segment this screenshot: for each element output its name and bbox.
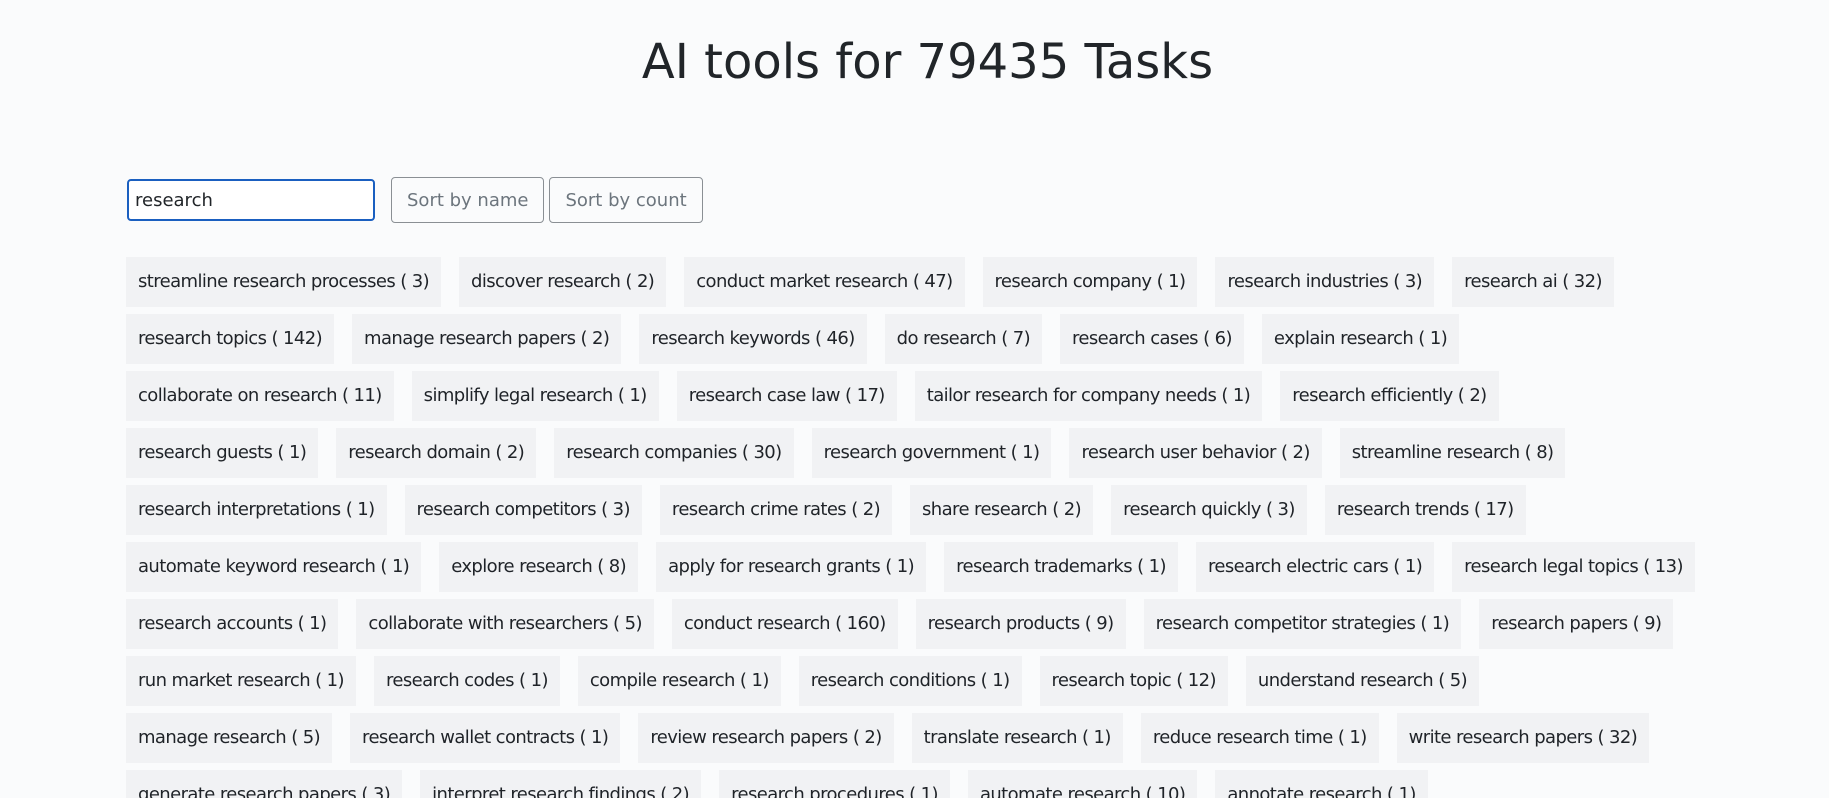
task-tag[interactable]: research wallet contracts ( 1) <box>350 713 621 763</box>
task-tag[interactable]: research products ( 9) <box>915 599 1126 649</box>
task-tag[interactable]: do research ( 7) <box>884 314 1043 364</box>
task-tag[interactable]: compile research ( 1) <box>577 656 781 706</box>
task-tag[interactable]: research crime rates ( 2) <box>659 485 893 535</box>
task-tag[interactable]: research companies ( 30) <box>554 428 794 478</box>
task-tag[interactable]: research government ( 1) <box>811 428 1052 478</box>
tag-row: generate research papers ( 3) interpret r… <box>126 770 1806 798</box>
task-tag[interactable]: generate research papers ( 3) <box>126 770 403 798</box>
tag-row: run market research ( 1) research codes (… <box>126 656 1806 713</box>
task-tag[interactable]: research industries ( 3) <box>1215 257 1435 307</box>
tag-row: collaborate on research ( 11) simplify le… <box>126 371 1806 428</box>
task-tag[interactable]: run market research ( 1) <box>126 656 356 706</box>
task-tag[interactable]: collaborate with researchers ( 5) <box>356 599 654 649</box>
task-tag[interactable]: automate research ( 10) <box>967 770 1198 798</box>
task-tag[interactable]: explain research ( 1) <box>1261 314 1460 364</box>
controls-bar: Sort by name Sort by count <box>127 177 703 223</box>
task-tag[interactable]: research guests ( 1) <box>126 428 319 478</box>
tag-row: automate keyword research ( 1) explore re… <box>126 542 1806 599</box>
task-tag[interactable]: understand research ( 5) <box>1245 656 1480 706</box>
task-tag[interactable]: research trademarks ( 1) <box>944 542 1178 592</box>
task-tag[interactable]: interpret research findings ( 2) <box>420 770 702 798</box>
task-tag[interactable]: research topic ( 12) <box>1039 656 1228 706</box>
task-tag[interactable]: research ai ( 32) <box>1452 257 1614 307</box>
task-tag[interactable]: research user behavior ( 2) <box>1069 428 1322 478</box>
task-tag[interactable]: research legal topics ( 13) <box>1452 542 1695 592</box>
task-tag[interactable]: review research papers ( 2) <box>638 713 894 763</box>
task-tag[interactable]: research domain ( 2) <box>336 428 537 478</box>
task-tag[interactable]: discover research ( 2) <box>459 257 667 307</box>
task-tag[interactable]: write research papers ( 32) <box>1396 713 1650 763</box>
task-tag[interactable]: research procedures ( 1) <box>719 770 950 798</box>
tag-row: research topics ( 142) manage research pa… <box>126 314 1806 371</box>
sort-by-name-button[interactable]: Sort by name <box>391 177 545 223</box>
task-tag[interactable]: reduce research time ( 1) <box>1140 713 1379 763</box>
task-tag[interactable]: research competitor strategies ( 1) <box>1143 599 1462 649</box>
task-tag[interactable]: conduct market research ( 47) <box>684 257 965 307</box>
task-tag[interactable]: research case law ( 17) <box>676 371 897 421</box>
task-tag[interactable]: simplify legal research ( 1) <box>411 371 659 421</box>
task-tag[interactable]: research company ( 1) <box>982 257 1198 307</box>
task-tag[interactable]: apply for research grants ( 1) <box>656 542 927 592</box>
tag-row: manage research ( 5) research wallet cont… <box>126 713 1806 770</box>
task-tag[interactable]: translate research ( 1) <box>911 713 1123 763</box>
task-tag[interactable]: research electric cars ( 1) <box>1195 542 1435 592</box>
task-tag[interactable]: annotate research ( 1) <box>1215 770 1428 798</box>
sort-by-count-button[interactable]: Sort by count <box>549 177 703 223</box>
task-tag[interactable]: manage research papers ( 2) <box>352 314 622 364</box>
search-input[interactable] <box>127 179 375 221</box>
task-tag[interactable]: explore research ( 8) <box>439 542 639 592</box>
task-tag[interactable]: research interpretations ( 1) <box>126 485 387 535</box>
task-tag[interactable]: collaborate on research ( 11) <box>126 371 394 421</box>
task-tag[interactable]: research keywords ( 46) <box>639 314 867 364</box>
task-tag[interactable]: share research ( 2) <box>910 485 1094 535</box>
task-tag[interactable]: research topics ( 142) <box>126 314 335 364</box>
task-tag[interactable]: manage research ( 5) <box>126 713 333 763</box>
task-tag[interactable]: research conditions ( 1) <box>798 656 1022 706</box>
task-tag[interactable]: research trends ( 17) <box>1324 485 1526 535</box>
task-tag[interactable]: automate keyword research ( 1) <box>126 542 422 592</box>
task-tag[interactable]: research efficiently ( 2) <box>1280 371 1499 421</box>
tag-row: streamline research processes ( 3) discov… <box>126 257 1806 314</box>
tag-row: research guests ( 1) research domain ( 2)… <box>126 428 1806 485</box>
task-tag[interactable]: tailor research for company needs ( 1) <box>914 371 1263 421</box>
task-tag-list: streamline research processes ( 3) discov… <box>126 257 1806 798</box>
task-tag[interactable]: research competitors ( 3) <box>404 485 642 535</box>
task-tag[interactable]: research accounts ( 1) <box>126 599 339 649</box>
page-title: AI tools for 79435 Tasks <box>641 34 1214 90</box>
tag-row: research interpretations ( 1) research co… <box>126 485 1806 542</box>
task-tag[interactable]: research quickly ( 3) <box>1111 485 1307 535</box>
task-tag[interactable]: streamline research processes ( 3) <box>126 257 442 307</box>
task-tag[interactable]: research codes ( 1) <box>373 656 560 706</box>
task-tag[interactable]: research cases ( 6) <box>1060 314 1244 364</box>
page: AI tools for 79435 Tasks Sort by name So… <box>0 0 1829 798</box>
task-tag[interactable]: research papers ( 9) <box>1479 599 1674 649</box>
task-tag[interactable]: streamline research ( 8) <box>1339 428 1566 478</box>
tag-row: research accounts ( 1) collaborate with r… <box>126 599 1806 656</box>
task-tag[interactable]: conduct research ( 160) <box>671 599 898 649</box>
